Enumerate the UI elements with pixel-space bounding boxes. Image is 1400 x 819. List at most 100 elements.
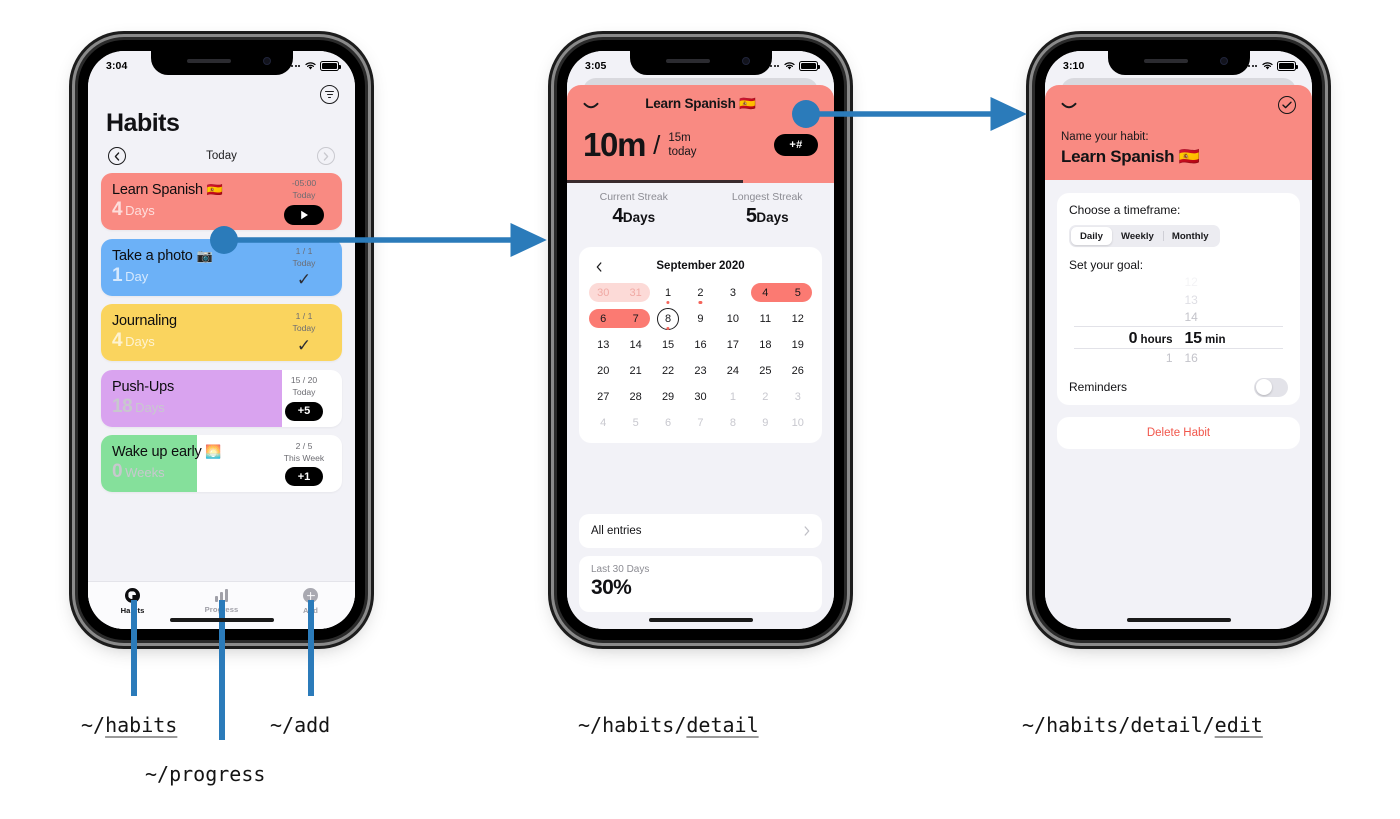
habit-edit-body: 3:10 Name your habit: Learn Spanish 🇪🇸 C… [1045,51,1312,629]
calendar-day-number: 6 [665,416,672,429]
calendar-day[interactable]: 27 [587,386,619,407]
metric-goal-period: today [668,146,697,158]
calendar-day[interactable]: 22 [652,360,684,381]
calendar-day[interactable]: 12 [782,308,814,329]
play-icon [300,210,308,219]
calendar-day[interactable]: 13 [587,334,619,355]
calendar-day[interactable]: 3 [782,386,814,407]
calendar-day[interactable]: 8 [717,412,749,433]
calendar-day[interactable]: 3 [717,282,749,303]
notch [150,51,293,75]
calendar-day[interactable]: 2 [749,386,781,407]
habit-card[interactable]: Take a photo 📷 1 Day 1 / 1 Today ✓ [101,238,342,296]
current-streak-value: 4 [612,205,623,227]
prev-day-button[interactable] [108,147,126,165]
habit-streak-unit: Days [125,334,155,349]
all-entries-row[interactable]: All entries [579,514,822,548]
minutes-selected: 15 min [1185,327,1271,350]
calendar-day[interactable]: 5 [619,412,651,433]
calendar-day[interactable]: 16 [684,334,716,355]
calendar-day[interactable]: 14 [619,334,651,355]
habit-count: -05:00 [291,178,317,189]
calendar-day[interactable]: 31 [603,282,651,303]
chevron-down-icon[interactable] [583,98,599,116]
calendar-day[interactable]: 21 [619,360,651,381]
filter-icon[interactable] [320,85,339,104]
calendar-day[interactable]: 1 [652,282,684,304]
calendar-day[interactable]: 23 [684,360,716,381]
minutes-selected-unit: min [1205,333,1226,346]
calendar-day[interactable]: 1 [717,386,749,407]
habit-streak-unit: Weeks [125,465,165,480]
habit-card[interactable]: Learn Spanish 🇪🇸 4 Days -05:00 Today [101,173,342,230]
increment-button[interactable]: +1 [285,467,323,487]
metric-goal-amount: 15m [668,131,691,144]
calendar-day[interactable]: 9 [749,412,781,433]
timeframe-option-monthly[interactable]: Monthly [1162,227,1218,245]
calendar-day[interactable]: 2 [684,282,716,304]
calendar-day[interactable]: 28 [619,386,651,407]
calendar-day[interactable]: 17 [717,334,749,355]
calendar-day[interactable]: 7 [603,308,651,329]
habit-card[interactable]: Wake up early 🌅 0 Weeks 2 / 5 This Week +1 [101,435,342,492]
calendar-day[interactable]: 30 [684,386,716,407]
edit-header-top [1061,95,1296,115]
calendar-day[interactable]: 11 [749,308,781,329]
delete-habit-button[interactable]: Delete Habit [1057,417,1300,449]
habit-count: 15 / 20 [290,375,318,386]
calendar-day[interactable]: 6 [652,412,684,433]
calendar-header: September 2020 [587,257,814,275]
goal-picker-hours[interactable]: 12 13 14 0 hours 1 2 3 [1087,274,1179,379]
calendar-day[interactable]: 29 [652,386,684,407]
calendar-day-number: 3 [794,390,801,403]
calendar-day[interactable]: 26 [782,360,814,381]
front-camera-icon [262,57,271,65]
calendar-day[interactable]: 20 [587,360,619,381]
calendar-day-number: 17 [726,338,740,351]
calendar-day[interactable]: 18 [749,334,781,355]
calendar-day[interactable]: 9 [684,308,716,329]
calendar-day[interactable]: 19 [782,334,814,355]
hotspot-edit-entry[interactable] [792,100,820,128]
name-field-value[interactable]: Learn Spanish 🇪🇸 [1061,147,1296,167]
chevron-down-icon[interactable] [1061,98,1077,116]
calendar-day[interactable]: 15 [652,334,684,355]
calendar-day[interactable]: 7 [684,412,716,433]
phone-habits-list: 3:04 Habits Today Learn Spanish 🇪🇸 4 Day… [78,40,365,640]
habit-card[interactable]: Journaling 4 Days 1 / 1 Today ✓ [101,304,342,361]
calendar-day-number: 4 [762,286,769,299]
calendar-day[interactable]: 25 [749,360,781,381]
completed-check-icon[interactable]: ✓ [297,271,311,288]
reminders-toggle[interactable] [1254,377,1288,397]
timeframe-option-weekly[interactable]: Weekly [1112,227,1163,245]
habit-name: Push-Ups [112,378,175,395]
calendar-prev-button[interactable] [596,259,602,277]
next-day-button[interactable] [317,147,335,165]
start-timer-button[interactable] [284,204,324,225]
completed-check-icon[interactable]: ✓ [297,337,311,354]
confirm-button[interactable] [1278,96,1296,114]
add-entry-button[interactable]: +# [774,134,818,156]
calendar-day-number: 30 [694,390,707,403]
calendar-day-number: 4 [600,416,607,429]
calendar-day[interactable]: 4 [587,412,619,433]
calendar-day-number: 6 [600,312,607,325]
calendar-day[interactable]: 5 [765,282,814,303]
increment-button[interactable]: +5 [285,401,323,421]
calendar-day-number: 25 [759,364,772,377]
habit-card[interactable]: Push-Ups 18 Days 15 / 20 Today +5 [101,369,342,427]
screen-habits-list: 3:04 Habits Today Learn Spanish 🇪🇸 4 Day… [88,51,355,629]
goal-picker-minutes[interactable]: 12 13 14 15 min 16 17 18 [1179,274,1271,378]
timeframe-option-daily[interactable]: Daily [1071,227,1112,245]
calendar-day[interactable]: 10 [782,412,814,433]
name-text: Learn Spanish [1061,147,1175,166]
calendar-day[interactable]: 24 [717,360,749,381]
calendar-day-number: 13 [597,338,610,351]
habit-streak-value: 1 [112,264,123,286]
metric-goal: 15m today [668,131,696,159]
goal-picker[interactable]: 12 13 14 0 hours 1 2 3 [1069,274,1288,378]
calendar-day-number: 30 [597,286,610,299]
calendar-day[interactable]: 10 [717,308,749,329]
calendar-day[interactable]: 8 [652,307,684,330]
habit-card-info: Push-Ups 18 Days [101,379,270,418]
